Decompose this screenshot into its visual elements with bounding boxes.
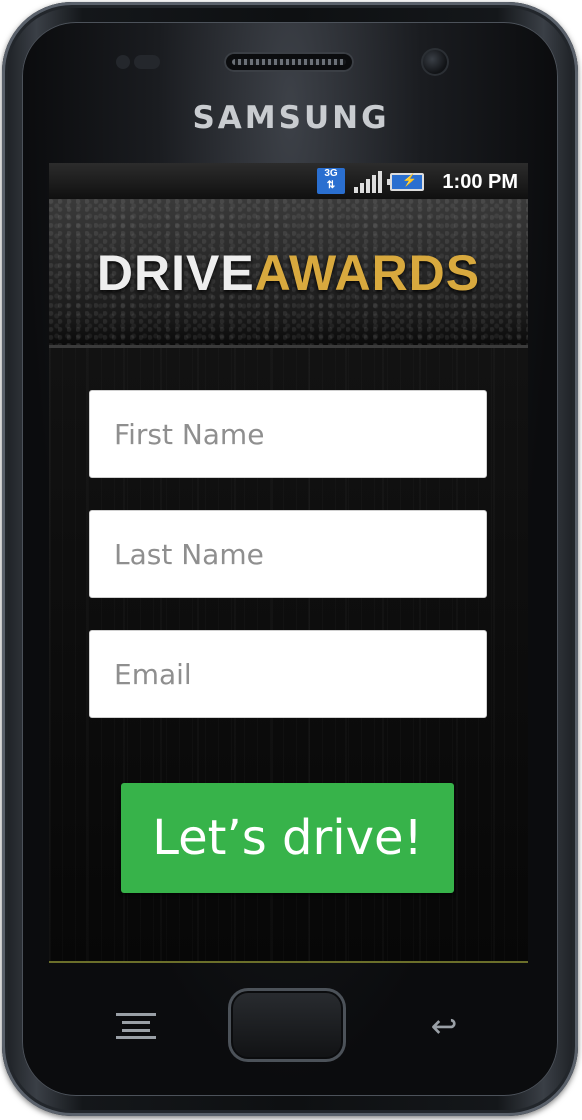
menu-icon[interactable] — [116, 1013, 156, 1039]
network-type-label: 3G — [324, 168, 338, 179]
logo-text-drive: DRIVE — [96, 245, 255, 301]
lets-drive-button[interactable]: Let’s drive! — [121, 783, 454, 893]
header-banner: DRIVEAWARDS — [49, 199, 528, 348]
first-name-input[interactable] — [89, 390, 487, 478]
email-input[interactable] — [89, 630, 487, 718]
light-sensor — [134, 55, 160, 69]
device-brand: SAMSUNG — [192, 100, 390, 136]
signal-bars-icon — [354, 171, 384, 193]
back-arrow-icon[interactable]: ↩ — [422, 1008, 466, 1044]
last-name-input[interactable] — [89, 510, 487, 598]
status-time: 1:00 PM — [442, 171, 518, 193]
front-camera — [421, 48, 449, 76]
proximity-sensor — [116, 55, 130, 69]
app-logo: DRIVEAWARDS — [49, 245, 528, 301]
home-button[interactable] — [228, 988, 346, 1062]
battery-charging-icon — [387, 173, 424, 191]
logo-text-awards: AWARDS — [254, 245, 481, 301]
screen: 3G⇅ 1:00 PM DRIVEAWARDS Let’s drive! — [49, 163, 528, 963]
screen-edge — [49, 961, 528, 963]
earpiece-speaker — [224, 52, 354, 72]
status-bar: 3G⇅ 1:00 PM — [49, 163, 528, 199]
3g-data-icon: 3G ⇅ — [317, 168, 345, 194]
